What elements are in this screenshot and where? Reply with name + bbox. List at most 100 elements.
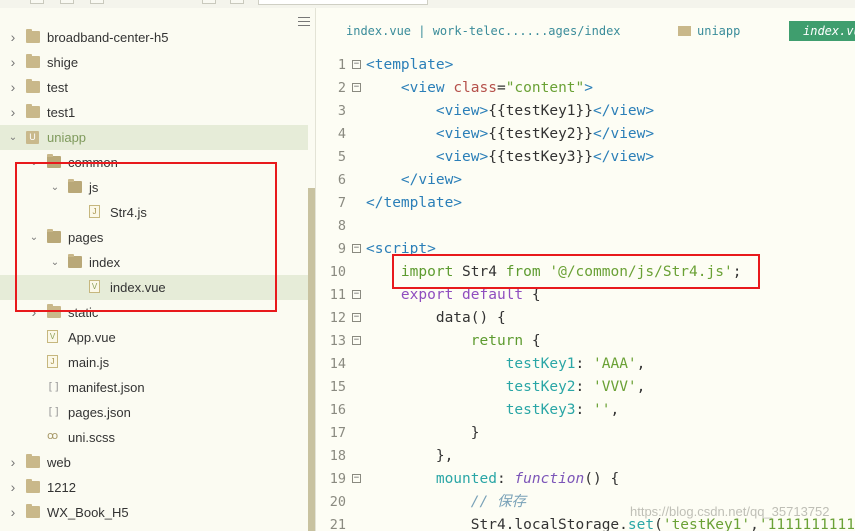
line-number: 5 [337, 149, 346, 165]
chevron-down-icon[interactable]: ⌄ [50, 175, 60, 200]
code-line[interactable]: 10 import Str4 from '@/common/js/Str4.js… [318, 261, 855, 284]
tree-item-wx-book-h5[interactable]: › WX_Book_H5 [0, 500, 308, 525]
tree-item-index-vue[interactable]: Vindex.vue [0, 275, 308, 300]
tree-item-static[interactable]: › static [0, 300, 308, 325]
tree-item-label: main.js [68, 355, 110, 370]
breadcrumb[interactable]: index.vue | work-telec......ages/index [346, 24, 621, 38]
code-line[interactable]: 13− return { [318, 330, 855, 353]
tree-item-index[interactable]: ⌄ index [0, 250, 308, 275]
code-text: <template> [366, 54, 453, 77]
folder-icon [26, 504, 40, 518]
tab-active-file[interactable]: index.vue [789, 21, 855, 41]
sidebar-scrollbar[interactable] [308, 188, 315, 531]
tree-item-str4-js[interactable]: J Str4.js [0, 200, 308, 225]
code-token: {{testKey3}} [488, 149, 593, 165]
code-line[interactable]: 17 } [318, 422, 855, 445]
tree-item-manifest-json[interactable]: [] manifest.json [0, 375, 308, 400]
chevron-down-icon[interactable]: ⌄ [29, 150, 39, 175]
code-token: function [514, 471, 585, 487]
tree-item-test1[interactable]: › test1 [0, 100, 308, 125]
tree-item-main-js[interactable]: Jmain.js [0, 350, 308, 375]
tree-item-test[interactable]: › test [0, 75, 308, 100]
code-line[interactable]: 14 testKey1: 'AAA', [318, 353, 855, 376]
code-text: <view>{{testKey2}}</view> [366, 123, 654, 146]
fold-toggle-icon[interactable]: − [352, 474, 361, 483]
code-line[interactable]: 7 </template> [318, 192, 855, 215]
folder-icon [26, 104, 40, 118]
chevron-right-icon[interactable]: › [29, 300, 39, 325]
code-token: import [400, 264, 454, 280]
code-line[interactable]: 12− data() { [318, 307, 855, 330]
toolbar-button[interactable] [230, 0, 244, 4]
chevron-right-icon[interactable]: › [8, 475, 18, 500]
code-line[interactable]: 6 </view> [318, 169, 855, 192]
chevron-right-icon[interactable]: › [8, 450, 18, 475]
chevron-down-icon[interactable]: ⌄ [50, 250, 60, 275]
code-line[interactable]: 16 testKey3: '', [318, 399, 855, 422]
line-number: 7 [337, 195, 346, 211]
tree-item-broadband-center-h5[interactable]: › broadband-center-h5 [0, 25, 308, 50]
tree-item-shige[interactable]: › shige [0, 50, 308, 75]
code-line[interactable]: 9− <script> [318, 238, 855, 261]
code-text: </template> [366, 192, 462, 215]
tree-item-uniapp[interactable]: ⌄ Uuniapp [0, 125, 308, 150]
line-number: 1 [337, 57, 346, 73]
toolbar-button[interactable] [30, 0, 44, 4]
address-input[interactable] [258, 0, 428, 5]
code-token: , [610, 402, 620, 418]
chevron-right-icon[interactable]: › [8, 25, 18, 50]
code-line[interactable]: 18 }, [318, 445, 855, 468]
code-lines[interactable]: 1− <template> 2− <view class="content"> 3 <… [318, 54, 855, 531]
line-number: 20 [329, 494, 346, 510]
tree-item-app-vue[interactable]: V App.vue [0, 325, 308, 350]
tree-item-common[interactable]: ⌄ common [0, 150, 308, 175]
json-file-icon: [] [47, 405, 61, 418]
code-line[interactable]: 4 <view>{{testKey2}}</view> [318, 123, 855, 146]
folder-icon [678, 26, 691, 36]
fold-toggle-icon[interactable]: − [352, 60, 361, 69]
fold-toggle-icon[interactable]: − [352, 313, 361, 322]
chevron-right-icon[interactable]: › [8, 500, 18, 525]
code-line[interactable]: 11− export default { [318, 284, 855, 307]
toolbar-button[interactable] [90, 0, 104, 4]
tree-item-web[interactable]: › web [0, 450, 308, 475]
tree-item-pages-json[interactable]: [] pages.json [0, 400, 308, 425]
toolbar-button[interactable] [202, 0, 216, 4]
code-line[interactable]: 8 [318, 215, 855, 238]
fold-toggle-icon[interactable]: − [352, 83, 361, 92]
code-text: <view>{{testKey1}}</view> [366, 100, 654, 123]
tree-item-js[interactable]: ⌄ js [0, 175, 308, 200]
chevron-right-icon[interactable]: › [8, 100, 18, 125]
fold-toggle-icon[interactable]: − [352, 244, 361, 253]
chevron-right-icon[interactable]: › [8, 75, 18, 100]
code-line[interactable]: 2− <view class="content"> [318, 77, 855, 100]
tree-item-1212[interactable]: › 1212 [0, 475, 308, 500]
code-token: 'testKey1' [662, 517, 751, 531]
code-text: </view> [366, 169, 462, 192]
code-line[interactable]: 15 testKey2: 'VVV', [318, 376, 855, 399]
tree-item-label: pages [68, 230, 104, 245]
js-file-icon: J [89, 205, 100, 218]
code-token: '1111111111 [758, 517, 855, 531]
tree-item-pages[interactable]: ⌄ pages [0, 225, 308, 250]
tab-folder-label: uniapp [697, 24, 741, 38]
code-line[interactable]: 5 <view>{{testKey3}}</view> [318, 146, 855, 169]
line-number: 2 [337, 80, 346, 96]
chevron-down-icon[interactable]: ⌄ [29, 225, 39, 250]
toolbar-button[interactable] [60, 0, 74, 4]
code-line[interactable]: 1− <template> [318, 54, 855, 77]
tree-item-uni-scss[interactable]: ꝏ uni.scss [0, 425, 308, 450]
code-text: data() { [366, 307, 506, 330]
code-editor[interactable]: index.vue | work-telec......ages/index u… [318, 8, 855, 531]
code-line[interactable]: 3 <view>{{testKey1}}</view> [318, 100, 855, 123]
folder-icon [26, 454, 40, 468]
tab-folder[interactable]: uniapp [678, 24, 740, 38]
code-line[interactable]: 19− mounted: function() { [318, 468, 855, 491]
folder-icon [26, 79, 40, 93]
fold-toggle-icon[interactable]: − [352, 290, 361, 299]
fold-toggle-icon[interactable]: − [352, 336, 361, 345]
chevron-right-icon[interactable]: › [8, 50, 18, 75]
chevron-down-icon[interactable]: ⌄ [8, 125, 18, 150]
code-token: export default [400, 287, 524, 303]
